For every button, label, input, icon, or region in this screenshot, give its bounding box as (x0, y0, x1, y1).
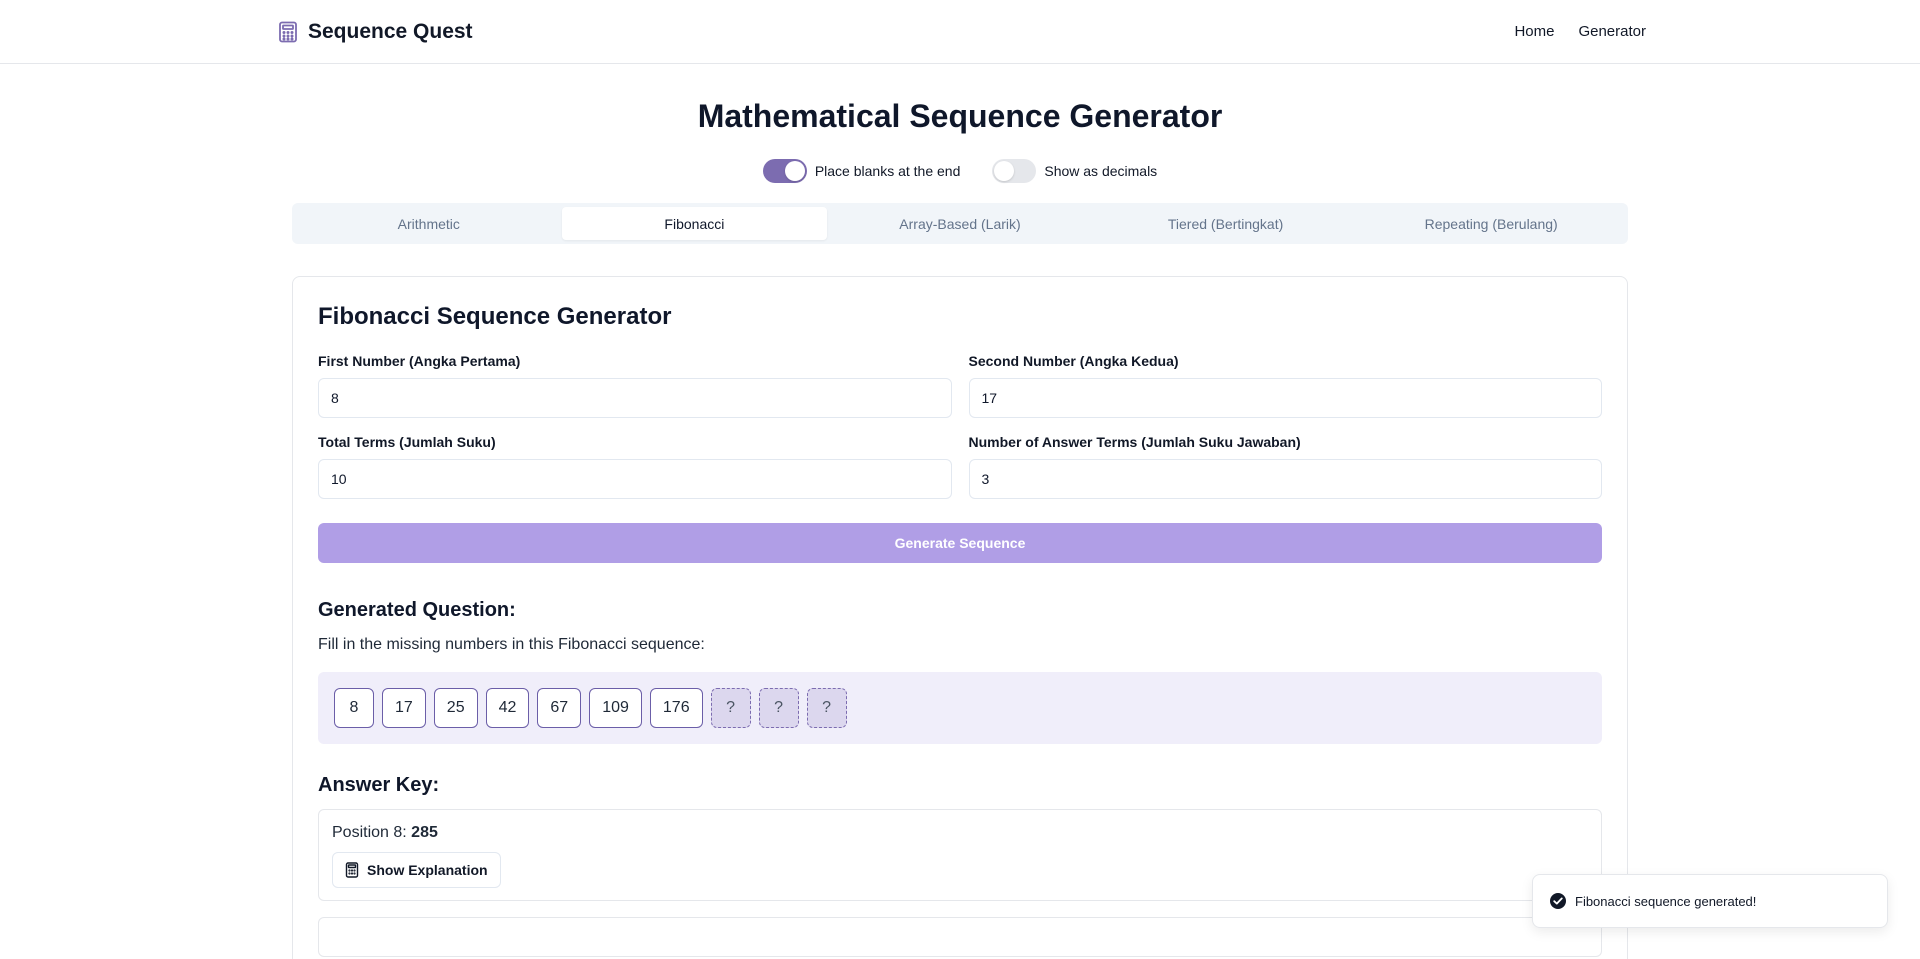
sequence-term: 67 (537, 688, 582, 728)
check-circle-icon (1549, 892, 1567, 910)
blanks-end-toggle[interactable] (762, 159, 807, 183)
sequence-term: 176 (649, 688, 703, 728)
answer-value: 285 (411, 824, 438, 841)
nav-generator-link[interactable]: Generator (1578, 23, 1646, 40)
answer-terms-label: Number of Answer Terms (Jumlah Suku Jawa… (968, 434, 1301, 450)
decimals-label: Show as decimals (1044, 163, 1158, 179)
answer-item (318, 917, 1602, 957)
total-terms-input[interactable] (318, 459, 952, 499)
sequence-type-tabs: Arithmetic Fibonacci Array-Based (Larik)… (292, 203, 1628, 244)
answer-key-heading: Answer Key: (318, 774, 440, 796)
main-nav: Home Generator (1514, 23, 1646, 40)
fibonacci-form: First Number (Angka Pertama) Second Numb… (318, 353, 1602, 499)
toast-message: Fibonacci sequence generated! (1575, 893, 1757, 909)
show-explanation-button[interactable]: Show Explanation (332, 852, 501, 888)
tab-repeating[interactable]: Repeating (Berulang) (1358, 207, 1624, 240)
sequence-term: 42 (485, 688, 530, 728)
question-text: Fill in the missing numbers in this Fibo… (318, 636, 705, 653)
second-number-field-group: Second Number (Angka Kedua) (968, 353, 1602, 418)
sequence-term: 109 (589, 688, 642, 728)
first-number-field-group: First Number (Angka Pertama) (318, 353, 952, 418)
generate-sequence-button[interactable]: Generate Sequence (318, 523, 1602, 563)
page-title: Mathematical Sequence Generator (697, 98, 1223, 134)
blanks-end-label: Place blanks at the end (814, 163, 961, 179)
fibonacci-card: Fibonacci Sequence Generator First Numbe… (292, 276, 1628, 959)
toggle-knob (994, 161, 1015, 181)
total-terms-label: Total Terms (Jumlah Suku) (318, 434, 496, 450)
toggle-knob (784, 161, 805, 181)
tab-arithmetic[interactable]: Arithmetic (296, 207, 562, 240)
tab-array-based[interactable]: Array-Based (Larik) (827, 207, 1093, 240)
answer-item: Position 8: 285 Show Explanation (318, 809, 1602, 901)
sequence-term: 25 (433, 688, 478, 728)
answer-position-label: Position 8: (332, 824, 407, 841)
second-number-label: Second Number (Angka Kedua) (968, 353, 1179, 369)
show-explanation-label: Show Explanation (367, 862, 488, 878)
nav-home-link[interactable]: Home (1514, 23, 1554, 40)
blanks-end-toggle-group: Place blanks at the end (762, 159, 961, 183)
tab-tiered[interactable]: Tiered (Bertingkat) (1093, 207, 1359, 240)
brand-title: Sequence Quest (308, 19, 473, 43)
decimals-toggle[interactable] (992, 159, 1037, 183)
first-number-label: First Number (Angka Pertama) (318, 353, 521, 369)
sequence-blank-term: ? (758, 688, 799, 728)
sequence-blank-term: ? (806, 688, 847, 728)
answer-terms-input[interactable] (968, 459, 1602, 499)
generated-question-heading: Generated Question: (318, 599, 516, 621)
brand[interactable]: Sequence Quest (278, 20, 473, 44)
tab-fibonacci[interactable]: Fibonacci (561, 207, 828, 240)
second-number-input[interactable] (968, 378, 1602, 418)
answer-terms-field-group: Number of Answer Terms (Jumlah Suku Jawa… (968, 434, 1602, 499)
decimals-toggle-group: Show as decimals (992, 159, 1157, 183)
total-terms-field-group: Total Terms (Jumlah Suku) (318, 434, 952, 499)
sequence-blank-term: ? (710, 688, 751, 728)
card-title: Fibonacci Sequence Generator (318, 303, 672, 330)
sequence-term: 8 (334, 688, 374, 728)
calculator-icon (278, 21, 298, 43)
sequence-display: 8 17 25 42 67 109 176 ? ? ? (318, 672, 1602, 744)
calculator-icon (345, 862, 359, 878)
options-toggles: Place blanks at the end Show as decimals (0, 159, 1920, 183)
first-number-input[interactable] (318, 378, 952, 418)
sequence-term: 17 (382, 688, 426, 728)
toast-notification: Fibonacci sequence generated! (1532, 874, 1888, 928)
answer-line: Position 8: 285 (332, 824, 1588, 842)
top-header: Sequence Quest Home Generator (0, 0, 1920, 64)
